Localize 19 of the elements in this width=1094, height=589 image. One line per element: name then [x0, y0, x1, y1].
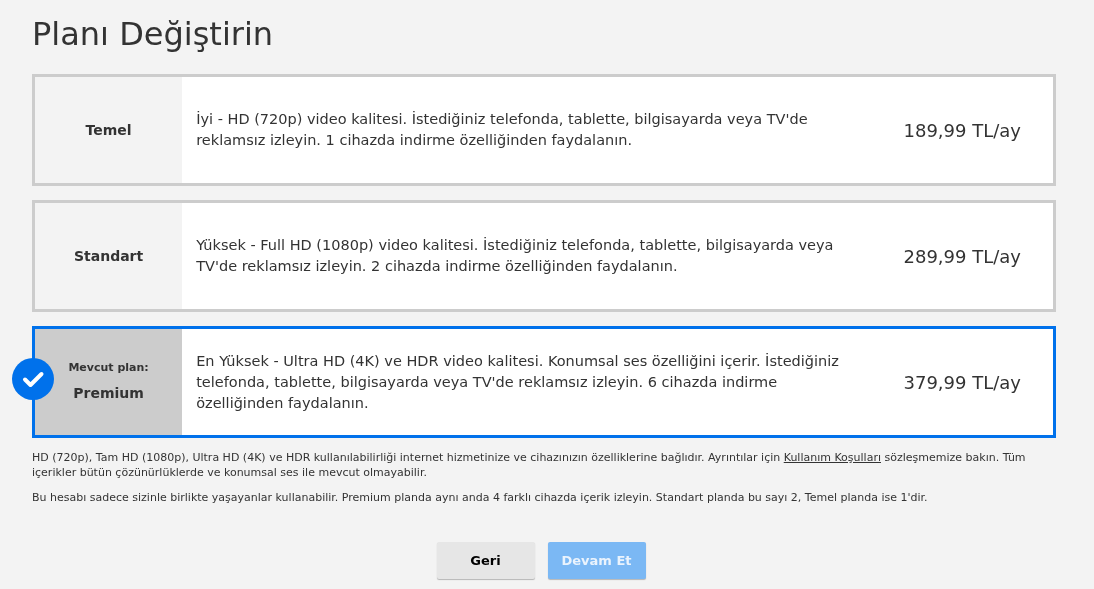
plan-name: Temel [85, 120, 132, 140]
plan-card[interactable]: Temel İyi - HD (720p) video kalitesi. İstediğiniz telefonda, tablette, bilgisayarda veya TV'de reklamsız izleyin. 1 cihazda indirme özelliğinden faydalanın. 189,99 TL/ay [32, 74, 1056, 186]
back-button[interactable]: Geri [436, 542, 535, 579]
plan-card[interactable] [32, 326, 1056, 438]
household-note: Bu hesabı sadece sizinle birlikte yaşayanlar kullanabilir. Premium planda aynı anda 4 farklı cihazda içerik izleyin. Standart planda bu sayı 2, Temel planda ise 1'dir. [32, 490, 929, 505]
plan-name: Premium [73, 383, 144, 403]
plan-description: En Yüksek - Ultra HD (4K) ve HDR video kalitesi. Konumsal ses özelliğini içerir. İstediğiniz telefonda, tablette, bilgisayarda veya TV'de reklamsız izleyin. 6 cihazda indirme özelliğinden faydalanın. [196, 351, 840, 413]
check-icon [12, 358, 54, 400]
plan-price: 379,99 TL/ay [903, 370, 1021, 395]
plan-price: 289,99 TL/ay [903, 244, 1021, 269]
current-plan-label: Mevcut plan: [68, 360, 149, 377]
page-title: Planı Değiştirin [32, 14, 275, 55]
plan-description: Yüksek - Full HD (1080p) video kalitesi. İstediğiniz telefonda, tablette, bilgisayarda veya TV'de reklamsız izleyin. 2 cihazda indirme özelliğinden faydalanın. [196, 236, 835, 276]
plan-card[interactable]: Standart Yüksek - Full HD (1080p) video kalitesi. İstediğiniz telefonda, tablette, bilgisayarda veya TV'de reklamsız izleyin. 2 cihazda indirme özelliğinden faydalanın. 289,99 TL/ay [32, 200, 1056, 312]
plan-price: 189,99 TL/ay [903, 118, 1021, 143]
terms-link[interactable]: Kullanım Koşulları [783, 451, 881, 464]
availability-note: HD (720p), Tam HD (1080p), Ultra HD (4K) ve HDR kullanılabilirliği internet hizmetinize ve cihazınızın özelliklerine bağlıdır. Ayrıntılar için Kullanım Koşulları sözleşmemize bakın. Tüm içerikler bütün çözünürlüklerde ve konumsal ses ile mevcut olmayabilir. [32, 450, 1027, 480]
plan-description: İyi - HD (720p) video kalitesi. İstediğiniz telefonda, tablette, bilgisayarda veya TV'de reklamsız izleyin. 1 cihazda indirme özelliğinden faydalanın. [196, 110, 809, 150]
plan-name: Standart [73, 246, 144, 266]
